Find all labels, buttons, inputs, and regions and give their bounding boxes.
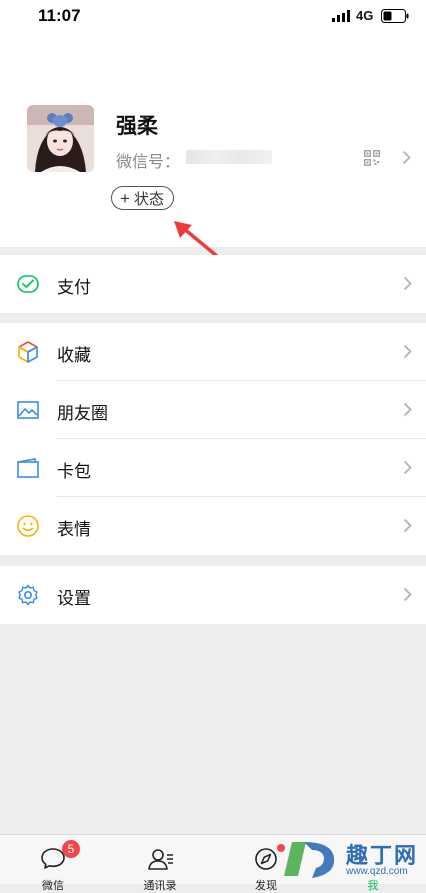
pay-icon bbox=[17, 275, 39, 293]
settings-section: 设置 bbox=[0, 566, 426, 624]
favorites-cube-icon bbox=[18, 341, 38, 363]
status-button-label: 状态 bbox=[133, 190, 164, 208]
cards-wallet-icon bbox=[17, 458, 39, 478]
chevron-right-icon bbox=[403, 276, 412, 291]
tab-label-contacts: 通讯录 bbox=[143, 880, 177, 892]
menu-row-moments[interactable]: 朋友圈 bbox=[0, 381, 426, 439]
unread-badge: 5 bbox=[62, 840, 80, 858]
tab-label-chats: 微信 bbox=[42, 880, 64, 892]
menu-row-settings[interactable]: 设置 bbox=[0, 566, 426, 624]
menu-label-cards: 卡包 bbox=[57, 462, 91, 481]
tab-contacts[interactable]: 通讯录 bbox=[107, 835, 213, 892]
wechat-id-value-redacted bbox=[186, 150, 272, 164]
stickers-smiley-icon bbox=[17, 515, 39, 537]
features-section: 收藏 朋友圈 卡包 表情 bbox=[0, 323, 426, 555]
network-type: 4G bbox=[356, 8, 374, 23]
pay-section: 支付 bbox=[0, 255, 426, 313]
watermark-url: www.qzd.com bbox=[346, 866, 408, 877]
menu-row-stickers[interactable]: 表情 bbox=[0, 497, 426, 555]
chevron-right-icon bbox=[402, 150, 411, 165]
menu-row-pay[interactable]: 支付 bbox=[0, 255, 426, 313]
status-bar: 11:07 4G bbox=[0, 0, 426, 34]
contacts-person-icon bbox=[148, 849, 173, 870]
battery-icon bbox=[381, 9, 409, 23]
profile-header[interactable]: 强柔 微信号： + 状态 bbox=[0, 34, 426, 269]
menu-label-stickers: 表情 bbox=[57, 520, 91, 539]
chevron-right-icon bbox=[403, 587, 412, 602]
menu-row-cards[interactable]: 卡包 bbox=[0, 439, 426, 497]
discover-compass-icon bbox=[255, 848, 277, 870]
menu-label-pay: 支付 bbox=[57, 278, 91, 297]
menu-label-settings: 设置 bbox=[57, 589, 91, 608]
avatar[interactable] bbox=[27, 105, 94, 172]
signal-icon bbox=[332, 10, 350, 22]
chevron-right-icon bbox=[403, 344, 412, 359]
chevron-right-icon bbox=[403, 460, 412, 475]
tab-chats[interactable]: 5 微信 bbox=[0, 835, 106, 892]
qr-code-icon[interactable] bbox=[364, 150, 380, 166]
chevron-right-icon bbox=[403, 518, 412, 533]
menu-row-favorites[interactable]: 收藏 bbox=[0, 323, 426, 381]
chevron-right-icon bbox=[403, 402, 412, 417]
status-time: 11:07 bbox=[38, 6, 81, 25]
add-status-button[interactable]: + 状态 bbox=[111, 186, 174, 210]
plus-icon: + bbox=[120, 188, 130, 208]
settings-gear-icon bbox=[18, 584, 38, 606]
menu-label-favorites: 收藏 bbox=[57, 346, 91, 365]
profile-name: 强柔 bbox=[116, 115, 158, 138]
menu-label-moments: 朋友圈 bbox=[57, 404, 108, 423]
moments-photo-icon bbox=[17, 401, 39, 419]
wechat-id-label: 微信号： bbox=[116, 154, 181, 171]
